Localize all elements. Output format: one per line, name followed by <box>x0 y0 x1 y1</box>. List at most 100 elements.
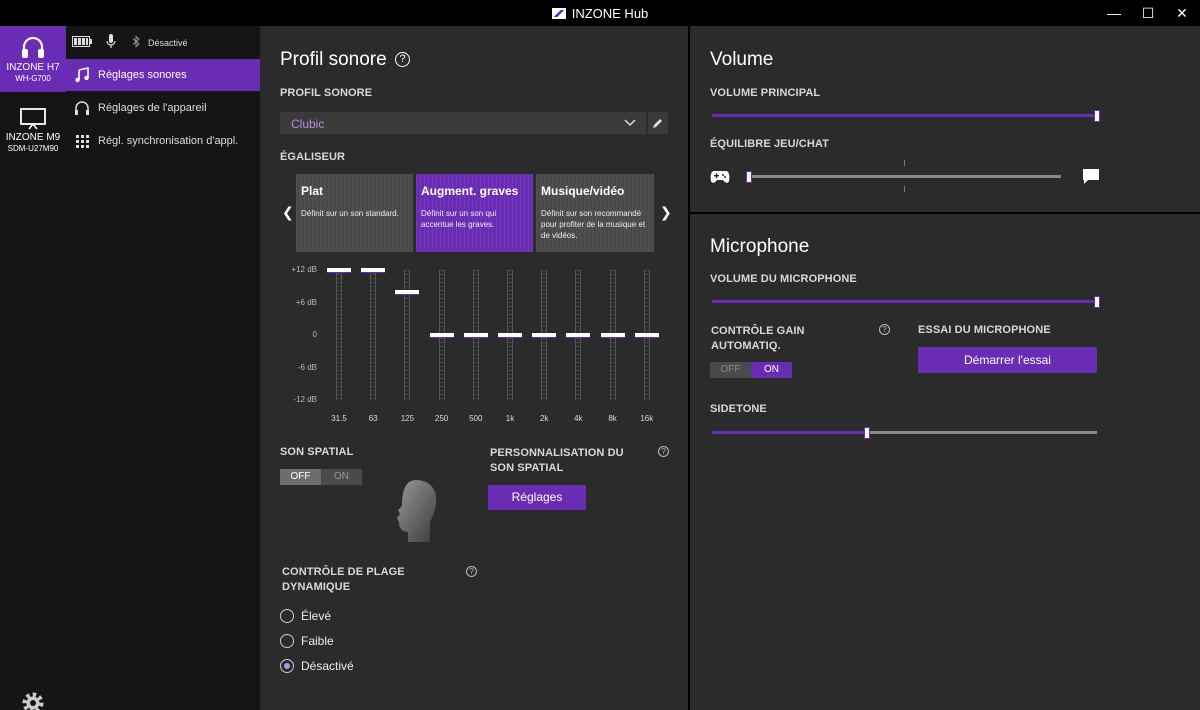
sidebar-item-sound-settings[interactable]: Réglages sonores <box>66 59 260 91</box>
eq-y-label: +12 dB <box>291 265 317 274</box>
profile-dropdown-value: Clubic <box>291 117 325 131</box>
window-title-text: INZONE Hub <box>571 6 649 21</box>
toggle-on-label: ON <box>334 471 349 482</box>
mic-volume-label: VOLUME DU MICROPHONE <box>710 273 857 285</box>
preset-card-flat[interactable]: Plat Définit sur un son standard. <box>296 174 413 252</box>
equalizer-graph[interactable]: +12 dB +6 dB 0 -6 dB -12 dB 31.5 63 125 250 500 1k… <box>280 262 666 430</box>
preset-prev-button[interactable]: ❮ <box>282 204 294 221</box>
sidebar-item-device-settings[interactable]: Réglages de l'appareil <box>66 92 260 124</box>
slider-track <box>746 175 1061 178</box>
bluetooth-status: Désactivé <box>148 38 188 48</box>
equalizer-section-label: ÉGALISEUR <box>280 151 346 163</box>
eq-y-label: -6 dB <box>297 362 317 372</box>
settings-gear-icon[interactable] <box>20 690 46 710</box>
spatial-sound-label: SON SPATIAL <box>280 446 354 458</box>
close-button[interactable]: ✕ <box>1164 0 1200 26</box>
sidebar-item-app-sync[interactable]: Régl. synchronisation d'appl. <box>66 125 260 157</box>
window-title: INZONE Hub <box>0 6 1200 21</box>
eq-band-handle[interactable] <box>634 333 659 338</box>
spatial-sound-toggle[interactable]: OFF ON <box>280 469 362 485</box>
slider-thumb[interactable] <box>1094 110 1100 122</box>
minimize-button[interactable]: — <box>1096 0 1132 26</box>
slider-thumb[interactable] <box>746 171 752 183</box>
eq-band-handle[interactable] <box>361 268 386 273</box>
radio-circle <box>280 634 294 648</box>
sidebar-item-label: Réglages sonores <box>98 69 187 81</box>
eq-y-label: 0 <box>312 330 317 339</box>
preset-card-bass-boost[interactable]: Augment. graves Définit sur un son qui a… <box>416 174 533 252</box>
volume-heading: Volume <box>710 49 774 70</box>
preset-card-music-video[interactable]: Musique/vidéo Définit sur son recommandé… <box>536 174 654 252</box>
game-chat-balance-label: ÉQUILIBRE JEU/CHAT <box>710 138 829 150</box>
device-inzone-h7[interactable]: INZONE H7 WH-G700 <box>0 26 66 92</box>
preset-title: Musique/vidéo <box>541 184 625 198</box>
slider-fill <box>712 431 867 434</box>
sidebar: Désactivé Réglages sonores Réglages de l… <box>66 26 260 710</box>
dynamic-range-label: CONTRÔLE DE PLAGE DYNAMIQUE <box>282 566 405 593</box>
toggle-off-label: OFF <box>280 469 321 485</box>
eq-band-track <box>336 270 342 400</box>
slider-thumb[interactable] <box>1094 296 1100 308</box>
chevron-down-icon <box>624 119 636 127</box>
edit-profile-button[interactable] <box>648 112 668 134</box>
slider-fill <box>712 300 1097 303</box>
eq-band-label: 16k <box>640 414 654 423</box>
help-icon[interactable]: ? <box>658 446 669 457</box>
mic-test-label: ESSAI DU MICROPHONE <box>918 324 1051 336</box>
status-row: Désactivé <box>66 26 260 58</box>
microphone-heading: Microphone <box>710 236 810 257</box>
balance-center-tick <box>904 160 905 166</box>
radio-circle <box>280 609 294 623</box>
microphone-icon <box>106 34 116 48</box>
eq-band-handle[interactable] <box>395 289 420 295</box>
help-icon[interactable]: ? <box>466 566 477 577</box>
eq-band-handle[interactable] <box>600 333 625 338</box>
maximize-button[interactable]: ☐ <box>1130 0 1166 26</box>
eq-band-track <box>370 270 377 400</box>
sidetone-label: SIDETONE <box>710 403 767 415</box>
agc-toggle[interactable]: OFF ON <box>710 362 792 378</box>
title-bar: INZONE Hub — ☐ ✕ <box>0 0 1200 26</box>
start-mic-test-button[interactable]: Démarrer l'essai <box>918 347 1097 373</box>
eq-band-handle[interactable] <box>429 333 454 338</box>
profile-dropdown[interactable]: Clubic <box>280 112 646 134</box>
balance-center-tick <box>904 186 905 192</box>
device-model: SDM-U27M90 <box>7 144 59 153</box>
device-list: INZONE H7 WH-G700 INZONE M9 SDM-U27M90 <box>0 26 66 710</box>
game-chat-balance-slider[interactable] <box>746 171 1061 183</box>
eq-band-handle[interactable] <box>327 268 351 273</box>
main-volume-slider[interactable] <box>712 110 1100 122</box>
radio-label: Faible <box>301 634 334 648</box>
eq-y-label: +6 dB <box>295 297 317 307</box>
eq-y-label: -12 dB <box>293 395 317 404</box>
preset-title: Plat <box>301 184 324 198</box>
radio-label: Désactivé <box>301 659 354 673</box>
sound-profile-panel: Profil sonore ? PROFIL SONORE Clubic ÉGA… <box>260 26 688 710</box>
gamepad-icon <box>710 171 730 183</box>
slider-thumb[interactable] <box>864 427 870 439</box>
device-name: INZONE H7 <box>6 62 60 73</box>
eq-band-handle[interactable] <box>532 333 557 338</box>
head-model-icon <box>397 480 437 542</box>
eq-band-handle[interactable] <box>463 333 488 338</box>
chat-bubble-icon <box>1083 169 1099 184</box>
spatial-custom-label: PERSONNALISATION DU SON SPATIAL <box>490 447 624 474</box>
spatial-settings-button[interactable]: Réglages <box>488 485 586 510</box>
main-volume-label: VOLUME PRINCIPAL <box>710 87 821 99</box>
sidebar-item-label: Régl. synchronisation d'appl. <box>98 135 239 147</box>
device-model: WH-G700 <box>15 74 51 83</box>
help-icon[interactable]: ? <box>395 52 410 67</box>
monitor-icon <box>20 108 46 130</box>
eq-band-handle[interactable] <box>566 333 591 338</box>
eq-band-handle[interactable] <box>498 333 522 338</box>
sidetone-slider[interactable] <box>712 427 1097 439</box>
volume-panel: Volume VOLUME PRINCIPAL ÉQUILIBRE JEU/CH… <box>690 26 1200 212</box>
headset-icon <box>22 36 44 58</box>
toggle-off-label: OFF <box>720 364 741 375</box>
mic-volume-slider[interactable] <box>712 296 1100 308</box>
help-icon[interactable]: ? <box>879 324 890 335</box>
preset-description: Définit sur un son standard. <box>301 209 399 218</box>
preset-next-button[interactable]: ❯ <box>660 204 672 221</box>
device-inzone-m9[interactable]: INZONE M9 SDM-U27M90 <box>0 98 66 164</box>
toggle-on-label: ON <box>751 362 792 378</box>
